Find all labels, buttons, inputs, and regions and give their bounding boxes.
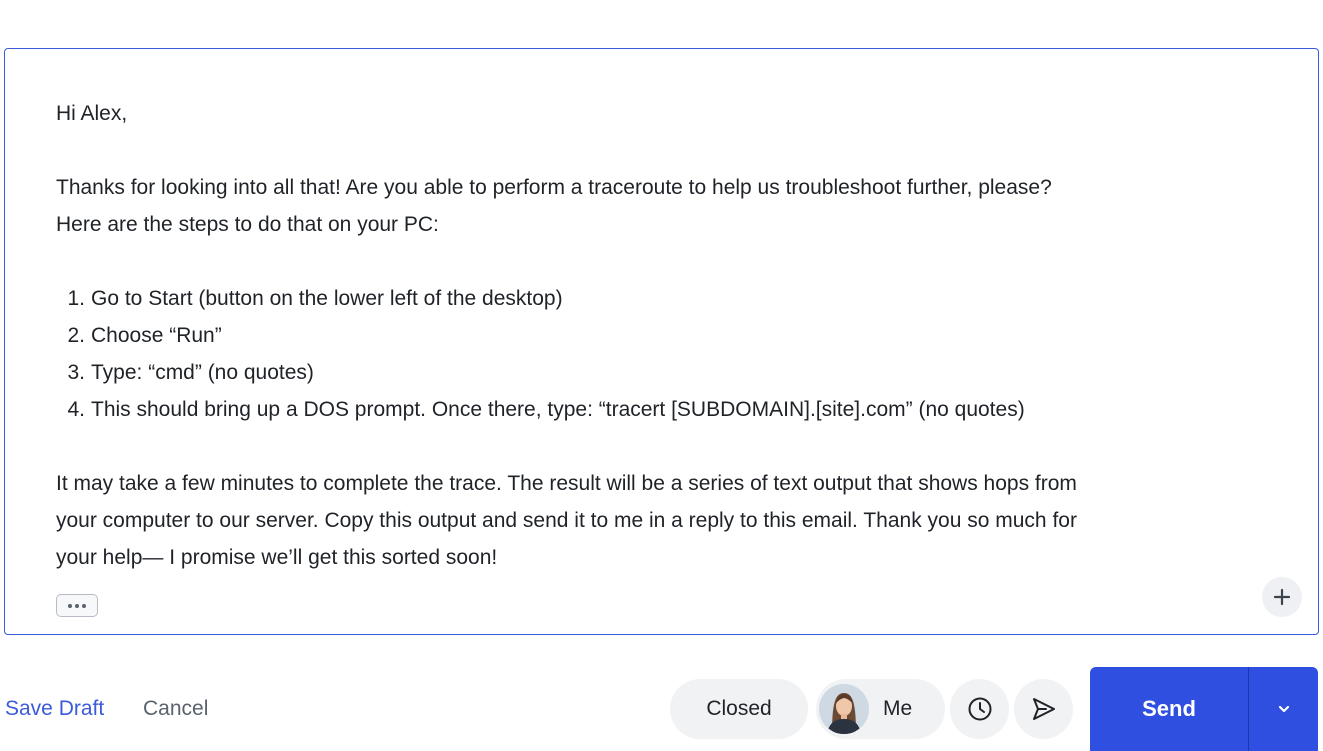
chevron-down-icon [1278,705,1289,713]
send-later-button[interactable] [1014,679,1073,739]
status-label: Closed [706,697,772,720]
send-button[interactable]: Send [1090,667,1249,751]
closing-line: your computer to our server. Copy this o… [56,509,1077,532]
plus-icon [1273,588,1291,606]
message-editor[interactable]: Hi Alex, Thanks for looking into all tha… [4,48,1319,635]
snooze-button[interactable] [950,679,1009,739]
save-draft-link[interactable]: Save Draft [5,696,104,722]
closing-line: your help— I promise we’ll get this sort… [56,546,498,569]
list-item: 4. This should bring up a DOS prompt. Onc… [67,398,1025,421]
list-item: 2. Choose “Run” [67,324,222,347]
avatar [819,684,869,734]
send-button-group: Send [1090,667,1318,751]
greeting-line: Hi Alex, [56,102,128,125]
clock-icon [968,697,991,721]
ellipsis-icon [68,603,72,608]
reply-composer: Hi Alex, Thanks for looking into all tha… [0,0,1323,751]
list-item: 3. Type: “cmd” (no quotes) [67,361,314,384]
paper-plane-icon [1032,698,1055,720]
cancel-link[interactable]: Cancel [143,696,208,722]
assignee-dropdown[interactable]: Me [816,679,945,739]
closing-line: It may take a few minutes to complete th… [56,472,1077,495]
intro-line: Thanks for looking into all that! Are yo… [56,176,1052,199]
intro-line: Here are the steps to do that on your PC… [56,213,439,236]
status-dropdown[interactable]: Closed [670,679,808,739]
add-attachment-button[interactable] [1262,577,1302,617]
show-quoted-button[interactable] [56,594,98,617]
message-body[interactable]: Hi Alex, Thanks for looking into all tha… [56,95,1256,576]
list-item: 1. Go to Start (button on the lower left … [67,287,563,310]
send-options-button[interactable] [1249,667,1318,751]
assignee-label: Me [883,697,913,720]
steps-list: 1. Go to Start (button on the lower left … [56,280,1256,428]
